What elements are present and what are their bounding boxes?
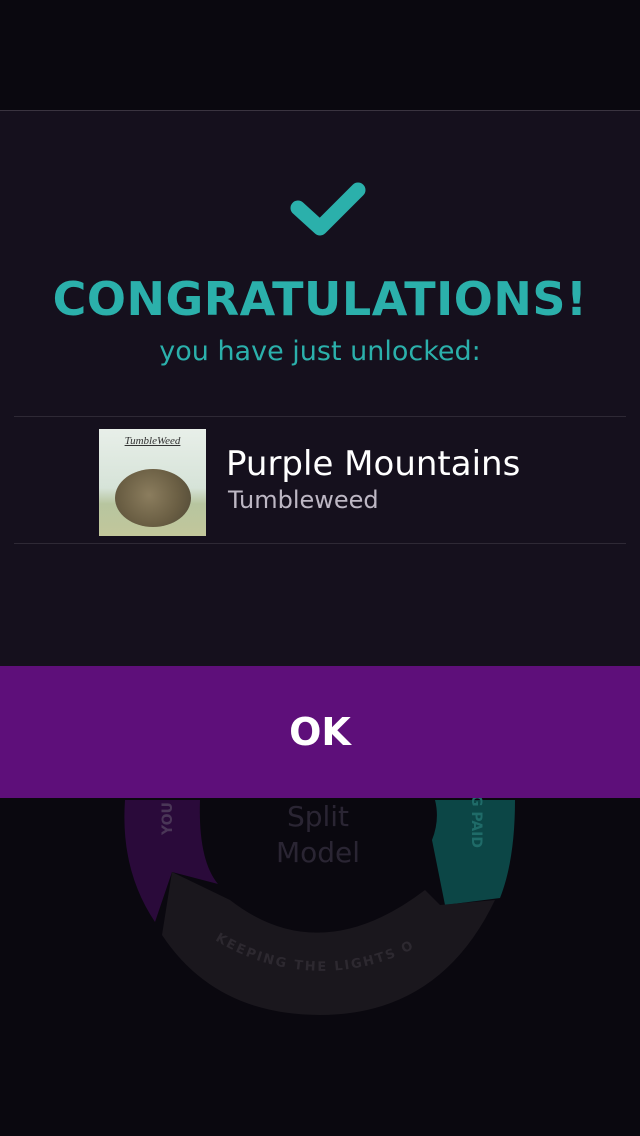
- album-art-caption: TumbleWeed: [124, 435, 181, 447]
- track-artist: Tumbleweed: [228, 486, 379, 514]
- album-art-image: [115, 469, 191, 527]
- ok-button[interactable]: OK: [0, 666, 640, 798]
- wheel-center-line1: Split: [286, 800, 350, 833]
- album-art: TumbleWeed: [99, 429, 206, 536]
- segment-label-paid: G PAID: [468, 795, 484, 848]
- dialog-subtitle: you have just unlocked:: [159, 336, 481, 367]
- segment-label-you: YOU: [160, 802, 176, 836]
- dialog-title: CONGRATULATIONS!: [52, 272, 588, 326]
- divider-bottom: [14, 543, 626, 544]
- wheel-center-line2: Model: [275, 836, 361, 869]
- checkmark-icon: [290, 182, 366, 236]
- divider-top: [14, 416, 626, 417]
- track-title: Purple Mountains: [226, 444, 521, 484]
